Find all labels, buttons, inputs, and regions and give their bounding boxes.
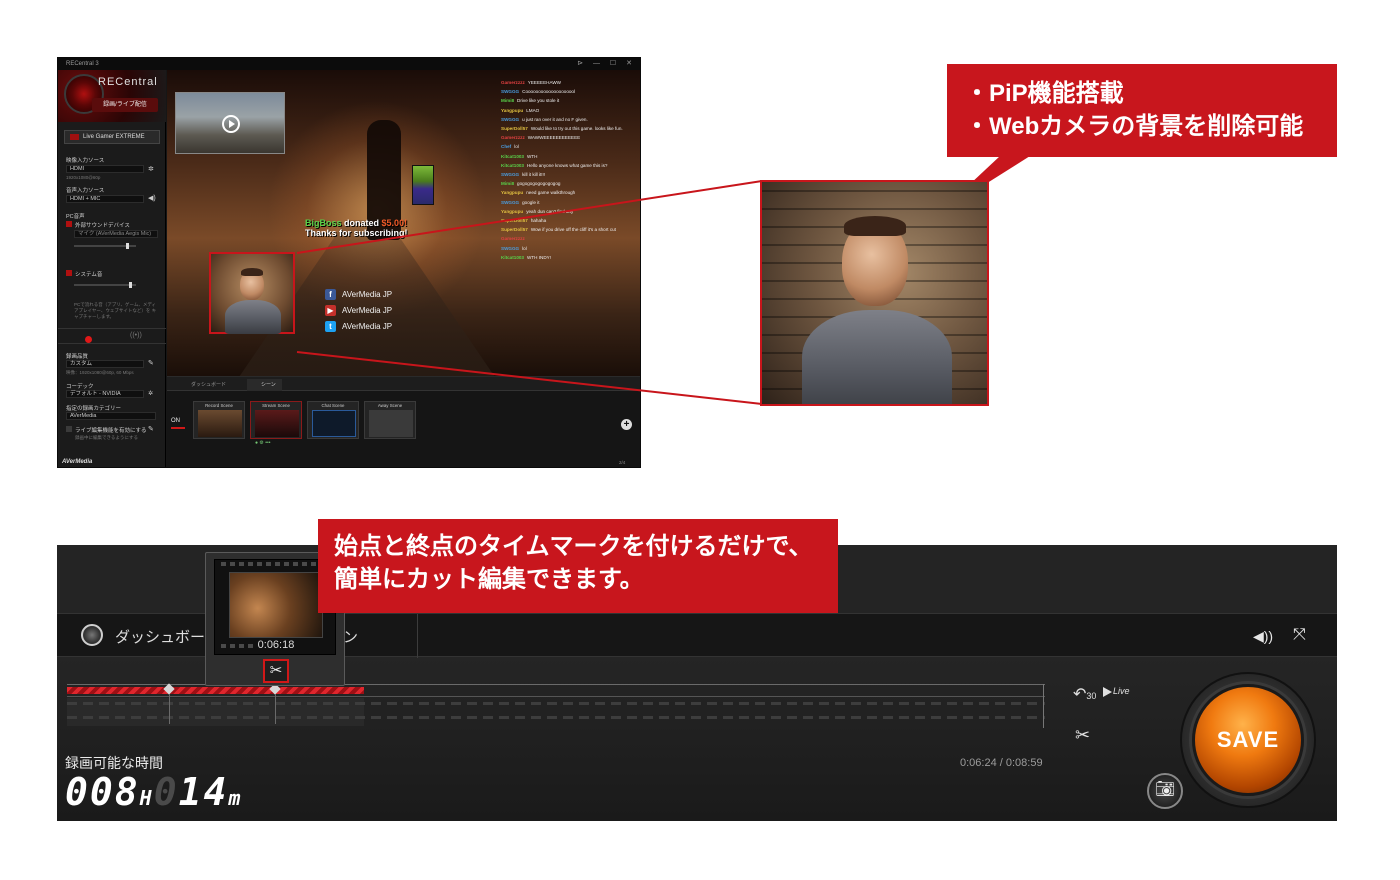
live-flag-icon[interactable]: Live xyxy=(1103,686,1130,697)
callout-line-2: ・Webカメラの背景を削除可能 xyxy=(965,113,1304,140)
rec-minutes-dim: 0 xyxy=(153,770,179,814)
timeline-segment-row xyxy=(67,702,1045,705)
start-mark-line xyxy=(169,694,170,724)
fullscreen-icon[interactable]: ⤧ xyxy=(1293,626,1306,644)
callout-line-2: 簡単にカット編集できます。 xyxy=(334,566,644,593)
zoomed-person-body xyxy=(802,310,952,404)
tab-separator xyxy=(417,614,418,658)
rewind-30-icon[interactable]: ↶30 xyxy=(1073,684,1096,704)
playback-time-readout: 0:06:24 / 0:08:59 xyxy=(960,757,1043,769)
callout-line-1: 始点と終点のタイムマークを付けるだけで、 xyxy=(334,533,813,560)
rewind-label: 30 xyxy=(1086,691,1097,701)
end-mark-line xyxy=(275,694,276,724)
rec-hours: 008 xyxy=(65,770,140,814)
thumbnail-timestamp: 0:06:18 xyxy=(257,639,295,651)
timeline-segment-row xyxy=(67,716,1045,719)
frame-thumbnail xyxy=(229,572,323,638)
timeline-played-range[interactable] xyxy=(67,687,365,694)
timeline-baseline xyxy=(67,696,1045,697)
rec-hours-unit: H xyxy=(139,786,154,810)
live-label: Live xyxy=(1113,686,1130,696)
rec-minutes: 14 xyxy=(178,770,229,814)
recordable-time-display: 008H014m xyxy=(65,770,242,814)
connector-line-top xyxy=(296,180,763,254)
pip-zoomed-view xyxy=(760,180,989,406)
callout-line-1: ・PiP機能搭載 xyxy=(965,80,1124,107)
rec-minutes-unit: m xyxy=(228,786,243,810)
save-button[interactable]: SAVE xyxy=(1192,684,1304,796)
cut-edit-callout: 始点と終点のタイムマークを付けるだけで、 簡単にカット編集できます。 xyxy=(318,519,838,613)
camera-snapshot-button[interactable]: 📷︎ xyxy=(1147,773,1183,809)
volume-icon[interactable]: ◀)) xyxy=(1253,628,1273,645)
timeline-track[interactable] xyxy=(67,683,1045,728)
cut-scissors-button[interactable]: ✂ xyxy=(263,659,289,683)
timeline-end-line xyxy=(1043,684,1044,728)
connector-line-bottom xyxy=(296,351,763,405)
scissors-icon[interactable]: ✂ xyxy=(1075,725,1090,746)
pip-feature-callout: ・PiP機能搭載 ・Webカメラの背景を削除可能 xyxy=(947,64,1337,157)
film-sprockets xyxy=(221,562,325,567)
zoomed-person-hair xyxy=(844,216,906,236)
dashboard-icon[interactable] xyxy=(81,624,103,646)
